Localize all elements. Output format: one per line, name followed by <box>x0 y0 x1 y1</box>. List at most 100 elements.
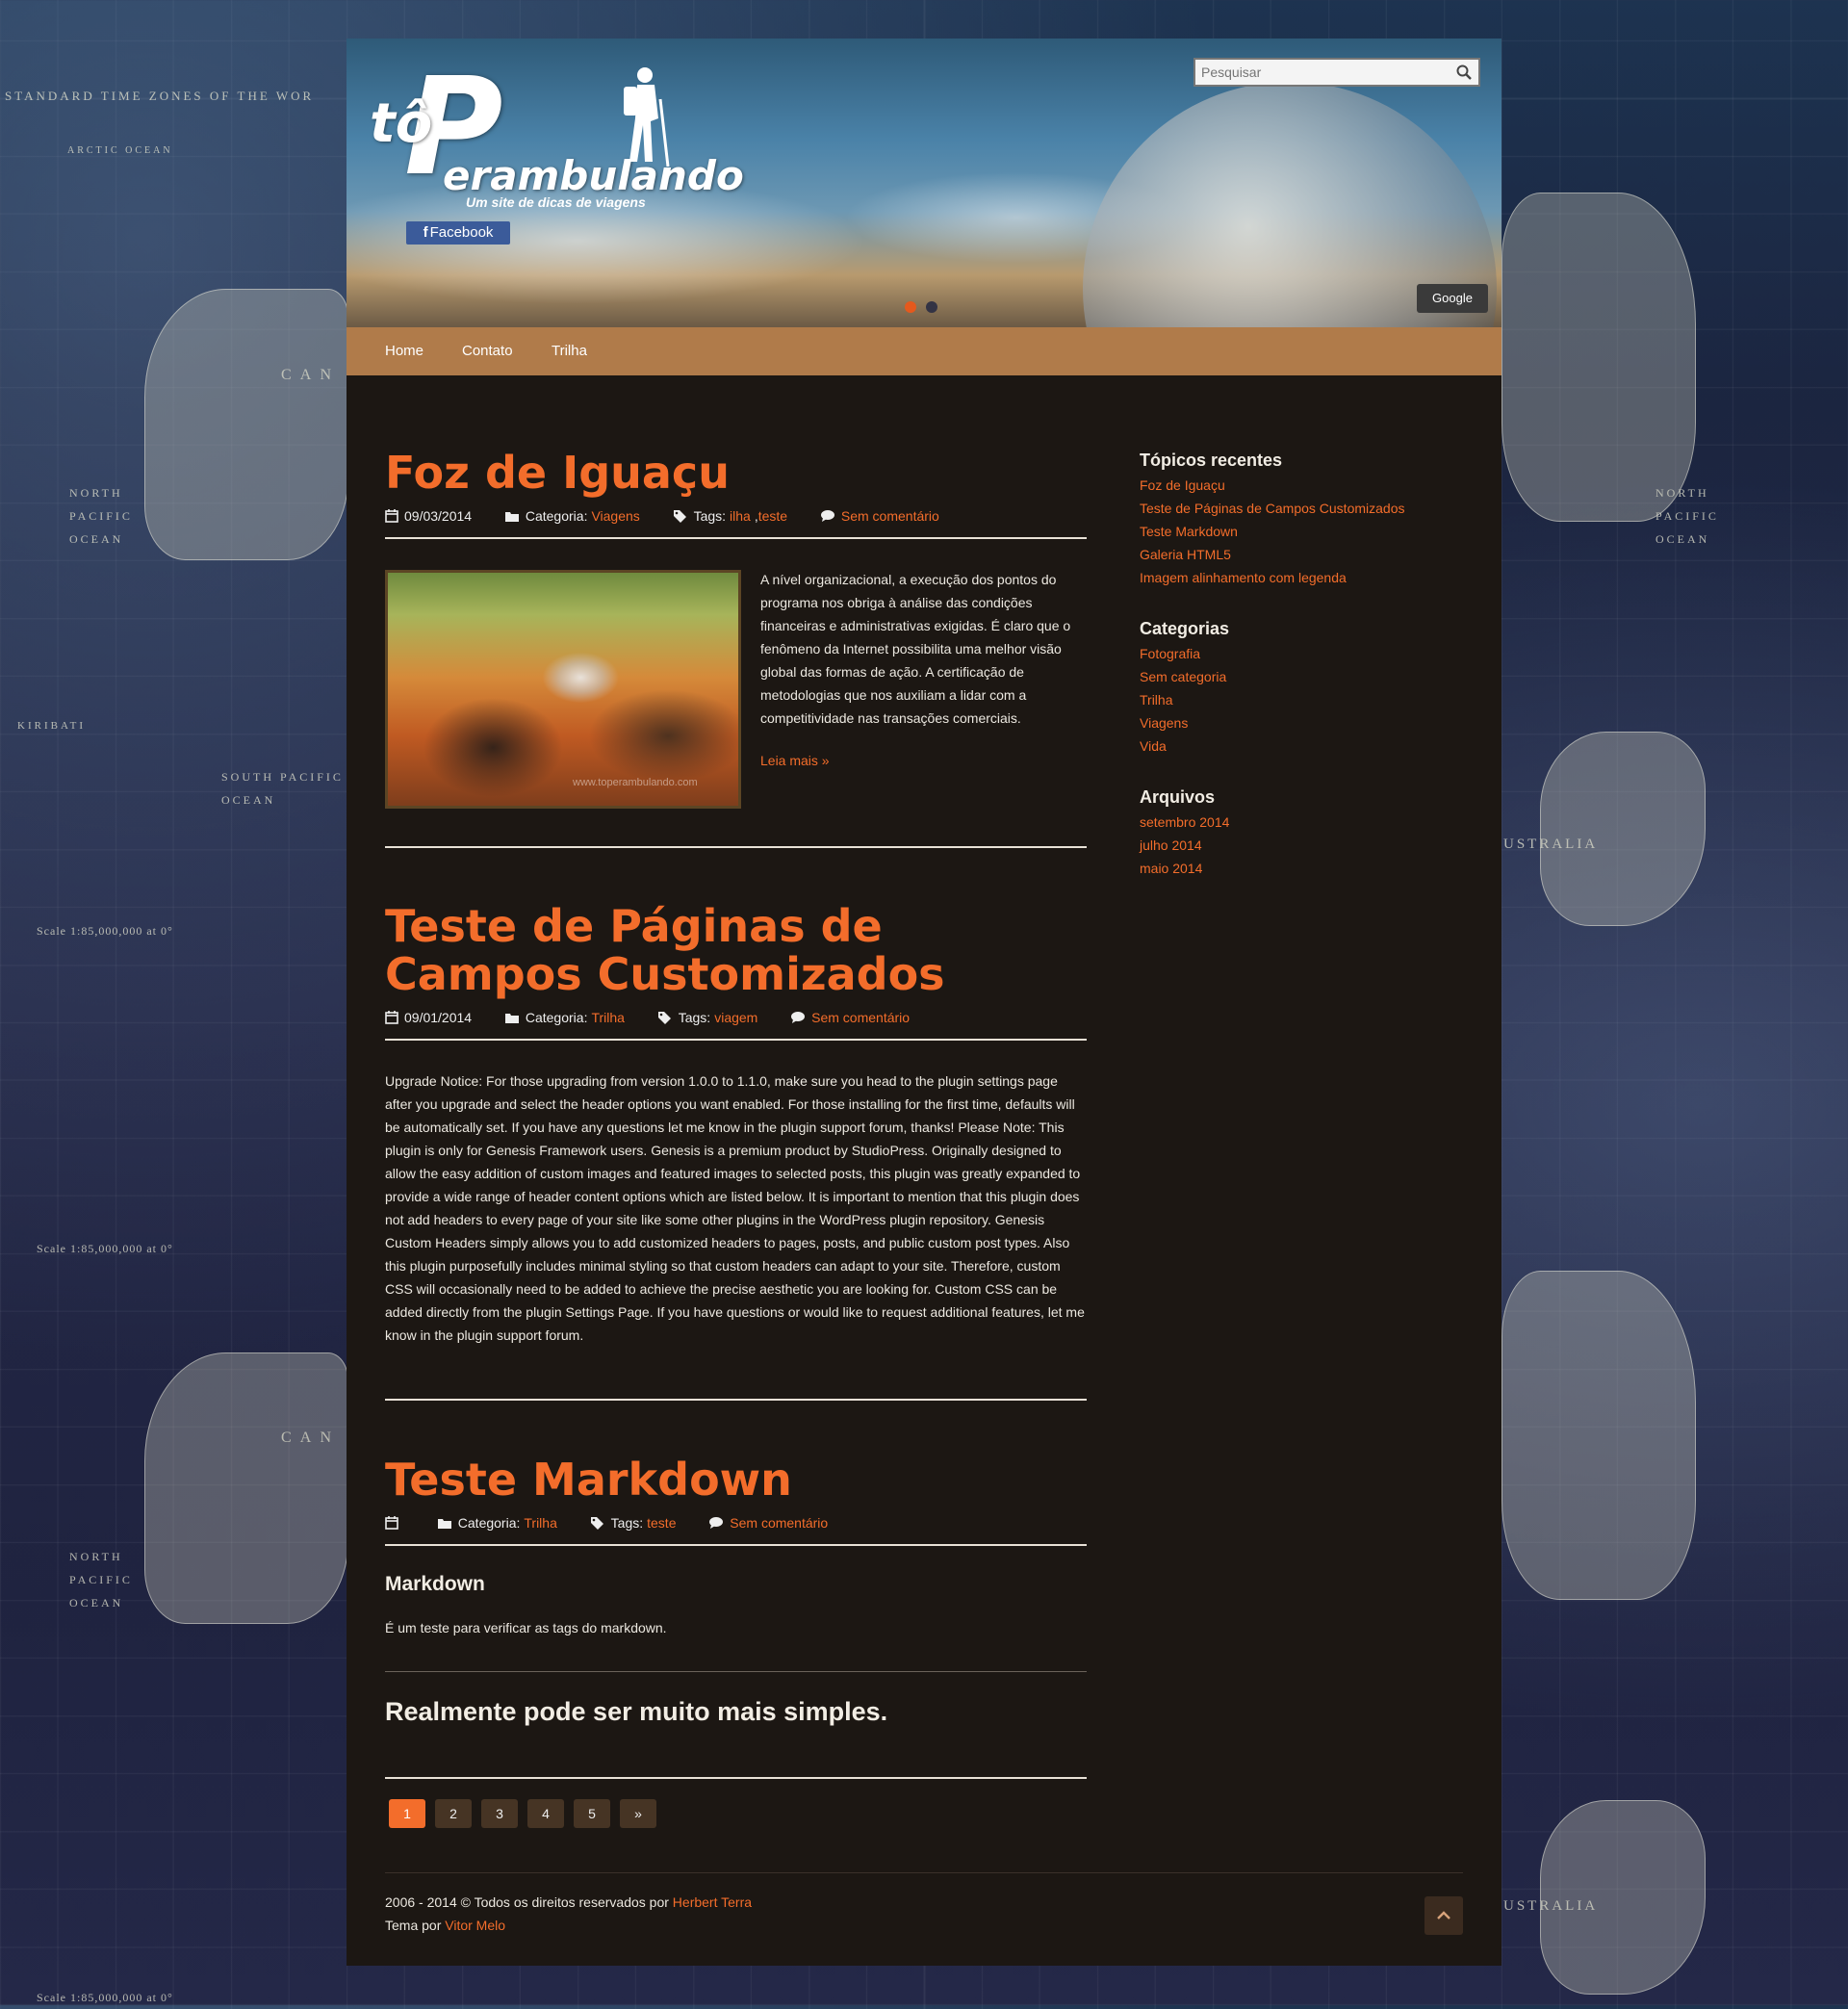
category-link[interactable]: Viagens <box>1140 715 1188 731</box>
nav-item-home[interactable]: Home <box>385 327 424 375</box>
site-header: P tô erambulando Um site de dicas de via… <box>346 39 1502 327</box>
author-link[interactable]: Herbert Terra <box>673 1894 752 1910</box>
archive-link[interactable]: julho 2014 <box>1140 837 1202 853</box>
logo-tagline: Um site de dicas de viagens <box>466 194 646 210</box>
recent-post-link[interactable]: Teste de Páginas de Campos Customizados <box>1140 501 1404 516</box>
tags-label: Tags: <box>610 1515 644 1531</box>
markdown-heading: Markdown <box>385 1573 485 1595</box>
recent-post-link[interactable]: Imagem alinhamento com legenda <box>1140 570 1347 585</box>
comments-link[interactable]: Sem comentário <box>811 1010 910 1025</box>
folder-icon <box>504 1014 519 1023</box>
next-page-button[interactable]: » <box>620 1799 656 1828</box>
category-label: Categoria: <box>525 1010 588 1025</box>
map-continent-asia-2 <box>1502 1271 1696 1600</box>
page-5-button[interactable]: 5 <box>574 1799 610 1828</box>
site-container: P tô erambulando Um site de dicas de via… <box>346 39 1502 1966</box>
post-excerpt: A nível organizacional, a execução dos p… <box>760 572 1071 726</box>
search-icon[interactable] <box>1455 64 1473 81</box>
post-title[interactable]: Teste Markdown <box>385 1455 792 1504</box>
tag-link[interactable]: viagem <box>714 1010 757 1025</box>
tags-label: Tags: <box>678 1010 711 1025</box>
category-link[interactable]: Sem categoria <box>1140 669 1226 684</box>
page-4-button[interactable]: 4 <box>527 1799 564 1828</box>
post-divider <box>385 1544 1087 1546</box>
search-form <box>1194 58 1480 87</box>
map-label-time-zones: STANDARD TIME ZONES OF THE WOR <box>5 89 315 103</box>
category-link[interactable]: Fotografia <box>1140 646 1200 661</box>
post-separator <box>385 846 1087 848</box>
map-label-north-pacific: NORTH PACIFIC OCEAN <box>69 486 133 546</box>
post-meta: 09/03/2014 Categoria: Viagens Tags: ilha ,t… <box>385 508 943 524</box>
tags-icon <box>657 1012 671 1024</box>
folder-icon <box>504 512 519 522</box>
page-2-button[interactable]: 2 <box>435 1799 472 1828</box>
categories-title: Categorias <box>1140 619 1230 638</box>
tags-icon <box>590 1517 603 1530</box>
image-watermark: www.toperambulando.com <box>573 777 698 788</box>
page-1-button[interactable]: 1 <box>389 1799 425 1828</box>
post-divider <box>385 537 1087 539</box>
recent-post-link[interactable]: Foz de Iguaçu <box>1140 477 1225 493</box>
map-continent-asia <box>1502 193 1696 522</box>
calendar-icon <box>385 1516 398 1530</box>
slider-pagination <box>905 298 947 316</box>
archive-link[interactable]: setembro 2014 <box>1140 814 1229 830</box>
post-title[interactable]: Foz de Iguaçu <box>385 449 730 497</box>
category-link[interactable]: Trilha <box>524 1515 557 1531</box>
google-button[interactable]: Google <box>1417 284 1488 313</box>
search-input[interactable] <box>1195 60 1448 85</box>
markdown-paragraph: É um teste para verificar as tags do mar… <box>385 1620 667 1636</box>
tag-link[interactable]: teste <box>647 1515 676 1531</box>
recent-post-link[interactable]: Galeria HTML5 <box>1140 547 1231 562</box>
page-3-button[interactable]: 3 <box>481 1799 518 1828</box>
map-label-north-pacific-2: NORTH PACIFIC OCEAN <box>69 1550 133 1610</box>
facebook-button-label: Facebook <box>429 224 494 241</box>
archive-link[interactable]: maio 2014 <box>1140 861 1202 876</box>
comment-icon <box>791 1012 806 1023</box>
calendar-icon <box>385 1011 398 1024</box>
theme-credit-text: Tema por <box>385 1918 442 1933</box>
map-continent-australia-2 <box>1540 1800 1706 1995</box>
archives-title: Arquivos <box>1140 787 1216 807</box>
map-label-arctic: ARCTIC OCEAN <box>67 145 173 156</box>
logo-small-text: tô <box>370 92 433 155</box>
post-separator <box>385 1777 1087 1779</box>
nav-item-contato[interactable]: Contato <box>462 327 513 375</box>
map-continent-australia <box>1540 732 1706 926</box>
category-link[interactable]: Viagens <box>591 508 639 524</box>
post-meta: Categoria: Trilha Tags: teste Sem comentár… <box>385 1515 832 1531</box>
map-continent-north-america-2 <box>144 1352 348 1624</box>
facebook-button[interactable]: f Facebook <box>406 221 510 245</box>
post-divider <box>385 1039 1087 1041</box>
category-link[interactable]: Vida <box>1140 738 1167 754</box>
map-label-scale-3: Scale 1:85,000,000 at 0° <box>37 1991 173 2004</box>
category-link[interactable]: Trilha <box>1140 692 1173 708</box>
map-label-kiribati: KIRIBATI <box>17 720 87 732</box>
post-title[interactable]: Teste de Páginas de Campos Customizados <box>385 902 1087 998</box>
slider-dot-2[interactable] <box>926 300 937 313</box>
comment-icon <box>820 510 834 522</box>
post-thumbnail[interactable]: www.toperambulando.com <box>385 570 741 809</box>
tags-icon <box>673 510 686 523</box>
post-body: Upgrade Notice: For those upgrading from… <box>385 1073 1085 1343</box>
post-separator <box>385 1399 1087 1401</box>
comments-link[interactable]: Sem comentário <box>730 1515 828 1531</box>
footer-copyright: 2006 - 2014 © Todos os direitos reservad… <box>385 1894 752 1910</box>
slider-dot-1[interactable] <box>905 300 916 313</box>
logo-main-text: erambulando <box>443 152 744 199</box>
nav-item-trilha[interactable]: Trilha <box>552 327 587 375</box>
tag-link[interactable]: teste <box>758 508 787 524</box>
recent-post-link[interactable]: Teste Markdown <box>1140 524 1238 539</box>
tag-link[interactable]: ilha <box>730 508 751 524</box>
back-to-top-button[interactable] <box>1424 1896 1463 1935</box>
chevron-up-icon <box>1437 1911 1450 1919</box>
theme-author-link[interactable]: Vitor Melo <box>445 1918 505 1933</box>
comments-link[interactable]: Sem comentário <box>841 508 939 524</box>
category-link[interactable]: Trilha <box>591 1010 625 1025</box>
read-more-link[interactable]: Leia mais » <box>760 753 830 768</box>
post-meta: 09/01/2014 Categoria: Trilha Tags: viagem … <box>385 1010 913 1025</box>
markdown-hr <box>385 1671 1087 1672</box>
calendar-icon <box>385 509 398 523</box>
map-label-south-pacific: SOUTH PACIFIC OCEAN <box>221 770 344 807</box>
map-label-scale: Scale 1:85,000,000 at 0° <box>37 924 173 938</box>
